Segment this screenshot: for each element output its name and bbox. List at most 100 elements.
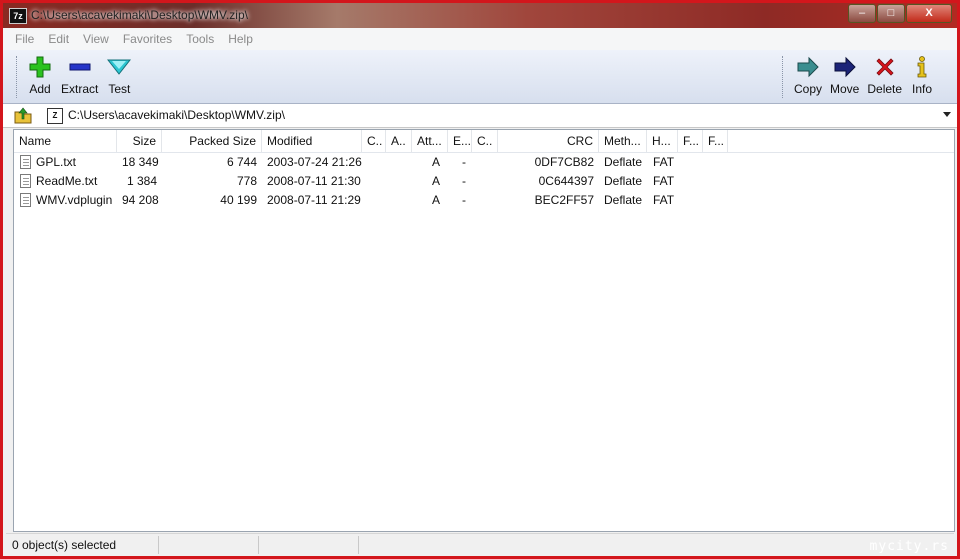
file-crc: BEC2FF57 xyxy=(534,193,594,207)
file-encrypted: - xyxy=(462,193,466,207)
check-icon xyxy=(107,59,132,75)
folder-up-icon[interactable] xyxy=(13,106,33,124)
toolbar-grip-right[interactable] xyxy=(782,56,786,98)
col-crc[interactable]: CRC xyxy=(498,130,599,152)
delete-label: Delete xyxy=(867,82,903,96)
maximize-button[interactable]: □ xyxy=(877,4,905,23)
menu-help[interactable]: Help xyxy=(221,32,260,46)
file-encrypted: - xyxy=(462,174,466,188)
col-comment[interactable]: C.. xyxy=(472,130,498,152)
minus-icon xyxy=(69,63,91,71)
menu-file[interactable]: File xyxy=(3,32,41,46)
window-title: C:\Users\acavekimaki\Desktop\WMV.zip\ xyxy=(31,8,248,22)
arrow-right-dark-icon xyxy=(834,56,856,78)
info-label: Info xyxy=(912,82,933,96)
app-icon: 7z xyxy=(9,8,27,24)
text-file-icon xyxy=(20,155,31,169)
title-bar[interactable]: 7z C:\Users\acavekimaki\Desktop\WMV.zip\… xyxy=(3,3,957,28)
file-list[interactable]: Name Size Packed Size Modified C.. A.. A… xyxy=(13,129,955,532)
status-divider xyxy=(158,536,159,554)
file-method: Deflate xyxy=(604,155,643,169)
file-modified: 2008-07-11 21:30 xyxy=(267,174,361,188)
file-modified: 2003-07-24 21:26 xyxy=(267,155,362,169)
col-packed-size[interactable]: Packed Size xyxy=(162,130,262,152)
file-crc: 0C644397 xyxy=(538,174,594,188)
file-name: ReadMe.txt xyxy=(36,174,98,188)
test-button[interactable]: Test xyxy=(103,55,135,96)
plus-icon xyxy=(29,56,51,78)
app-window: 7z C:\Users\acavekimaki\Desktop\WMV.zip\… xyxy=(0,0,960,559)
file-packed-size: 40 199 xyxy=(220,193,257,207)
menu-tools[interactable]: Tools xyxy=(179,32,221,46)
file-name: GPL.txt xyxy=(36,155,77,169)
move-label: Move xyxy=(830,82,860,96)
col-files[interactable]: F... xyxy=(703,130,728,152)
col-created[interactable]: C.. xyxy=(362,130,386,152)
info-button[interactable]: Info xyxy=(906,55,938,96)
watermark: mycity.rs xyxy=(869,539,949,554)
col-folders[interactable]: F... xyxy=(678,130,703,152)
text-file-icon xyxy=(20,174,31,188)
file-attributes: A xyxy=(432,155,441,169)
file-encrypted: - xyxy=(462,155,466,169)
col-attributes[interactable]: Att... xyxy=(412,130,448,152)
col-host-os[interactable]: H... xyxy=(647,130,678,152)
menu-favorites[interactable]: Favorites xyxy=(116,32,179,46)
extract-button[interactable]: Extract xyxy=(57,55,102,96)
zip-archive-icon: Z xyxy=(47,108,63,124)
status-divider xyxy=(358,536,359,554)
file-attributes: A xyxy=(432,193,441,207)
delete-button[interactable]: Delete xyxy=(863,55,906,96)
info-icon xyxy=(917,56,927,78)
extract-label: Extract xyxy=(61,82,99,96)
address-bar[interactable]: Z C:\Users\acavekimaki\Desktop\WMV.zip\ xyxy=(3,104,957,128)
file-icon xyxy=(20,193,31,207)
col-accessed[interactable]: A.. xyxy=(386,130,412,152)
file-host-os: FAT xyxy=(653,193,675,207)
col-method[interactable]: Meth... xyxy=(599,130,647,152)
toolbar-right-group: Copy Move Delete Info xyxy=(790,55,938,96)
file-host-os: FAT xyxy=(653,155,675,169)
file-size: 94 208 xyxy=(122,193,159,207)
menu-view[interactable]: View xyxy=(76,32,116,46)
file-name: WMV.vdplugin xyxy=(36,193,113,207)
col-modified[interactable]: Modified xyxy=(262,130,362,152)
column-header: Name Size Packed Size Modified C.. A.. A… xyxy=(14,130,954,153)
file-method: Deflate xyxy=(604,174,643,188)
toolbar-left-group: Add Extract Test xyxy=(24,55,135,96)
status-bar: 0 object(s) selected xyxy=(6,533,954,556)
file-size: 1 384 xyxy=(126,174,157,188)
status-selection: 0 object(s) selected xyxy=(12,538,117,552)
file-modified: 2008-07-11 21:29 xyxy=(267,193,361,207)
menu-bar: File Edit View Favorites Tools Help xyxy=(3,28,957,50)
file-host-os: FAT xyxy=(653,174,675,188)
file-size: 18 349 xyxy=(122,155,159,169)
minimize-button[interactable]: ‒ xyxy=(848,4,876,23)
arrow-right-icon xyxy=(797,56,819,78)
toolbar: Add Extract Test Copy Move Delete Info xyxy=(3,50,957,104)
window-controls: ‒ □ X xyxy=(847,4,952,23)
cross-icon xyxy=(876,58,894,76)
copy-label: Copy xyxy=(794,82,823,96)
address-path[interactable]: C:\Users\acavekimaki\Desktop\WMV.zip\ xyxy=(68,108,285,122)
move-button[interactable]: Move xyxy=(826,55,863,96)
list-item[interactable]: WMV.vdplugin 94 208 40 199 2008-07-11 21… xyxy=(14,191,954,210)
col-size[interactable]: Size xyxy=(117,130,162,152)
file-attributes: A xyxy=(432,174,441,188)
status-divider xyxy=(258,536,259,554)
file-packed-size: 6 744 xyxy=(226,155,257,169)
file-method: Deflate xyxy=(604,193,643,207)
add-button[interactable]: Add xyxy=(24,55,56,96)
list-item[interactable]: GPL.txt 18 349 6 744 2003-07-24 21:26 A … xyxy=(14,153,954,172)
copy-button[interactable]: Copy xyxy=(790,55,826,96)
menu-edit[interactable]: Edit xyxy=(41,32,76,46)
test-label: Test xyxy=(108,82,131,96)
close-button[interactable]: X xyxy=(906,4,952,23)
add-label: Add xyxy=(29,82,51,96)
chevron-down-icon[interactable] xyxy=(943,112,951,117)
col-name[interactable]: Name xyxy=(14,130,117,152)
toolbar-grip[interactable] xyxy=(16,56,20,98)
list-item[interactable]: ReadMe.txt 1 384 778 2008-07-11 21:30 A … xyxy=(14,172,954,191)
file-packed-size: 778 xyxy=(236,174,257,188)
col-encrypted[interactable]: E... xyxy=(448,130,472,152)
